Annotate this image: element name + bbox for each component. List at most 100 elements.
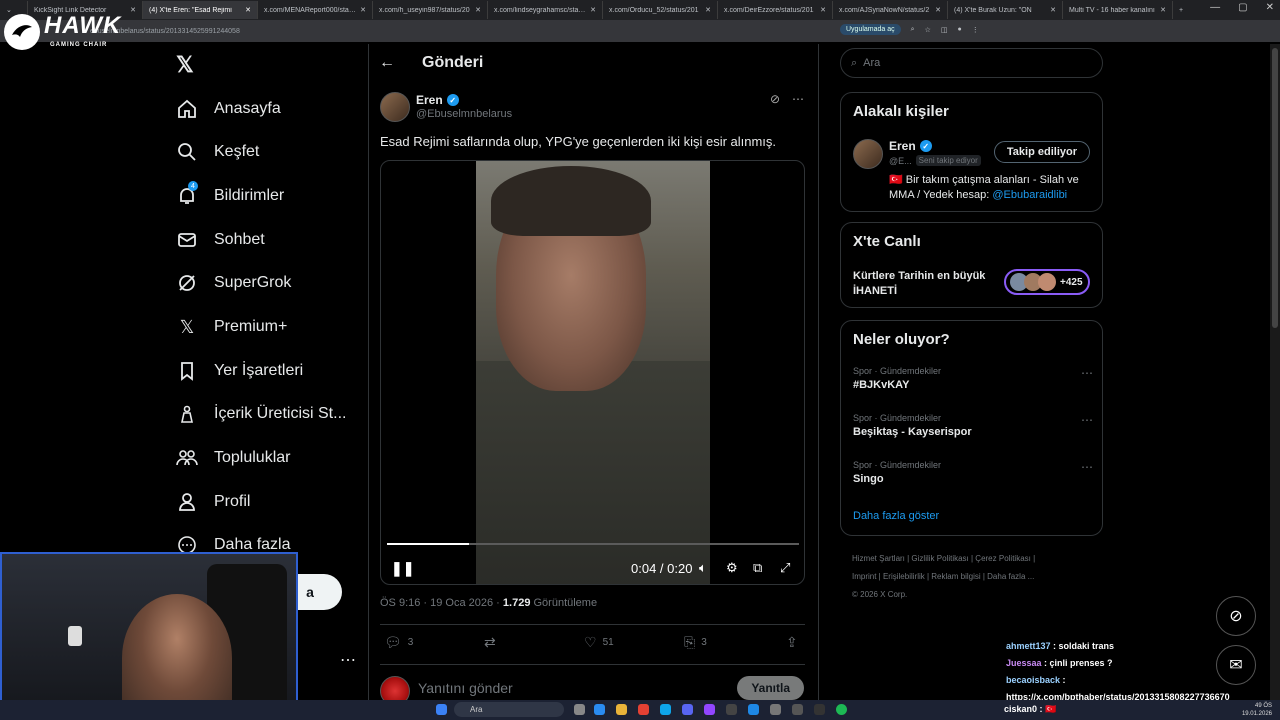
app-icon[interactable] xyxy=(660,704,671,715)
close-icon[interactable]: ✕ xyxy=(130,6,136,14)
app-icon[interactable] xyxy=(814,704,825,715)
x-logo-icon[interactable]: 𝕏 xyxy=(176,52,194,78)
notification-badge: 4 xyxy=(188,181,198,191)
more-options-icon[interactable]: ⋯ xyxy=(792,92,804,106)
zoom-icon[interactable]: ⌕ xyxy=(911,26,915,34)
close-icon[interactable]: ✕ xyxy=(935,6,941,14)
sidebar-item-premium[interactable]: 𝕏 Premium+ xyxy=(176,316,288,338)
browser-tab[interactable]: (4) X'te Burak Uzun: "ÖN ✕ xyxy=(948,1,1063,19)
show-more-link[interactable]: Daha fazla göster xyxy=(853,510,939,522)
sidebar-item-chat[interactable]: Sohbet xyxy=(176,229,265,251)
spotify-icon[interactable] xyxy=(836,704,847,715)
close-icon[interactable]: ✕ xyxy=(1050,6,1056,14)
video-progress-bar[interactable] xyxy=(387,543,799,545)
reply-input[interactable]: Yanıtını gönder xyxy=(418,680,513,696)
app-icon[interactable] xyxy=(594,704,605,715)
sidebar-item-profile[interactable]: Profil xyxy=(176,491,250,513)
trend-item[interactable]: Spor · Gündemdekiler Singo ⋯ xyxy=(853,460,1093,485)
back-arrow-icon[interactable]: ← xyxy=(379,54,395,72)
bookmark-icon xyxy=(176,360,198,382)
close-icon[interactable]: ✕ xyxy=(1160,6,1166,14)
app-icon[interactable] xyxy=(726,704,737,715)
sidebar-item-bookmarks[interactable]: Yer İşaretleri xyxy=(176,360,303,382)
author-avatar[interactable] xyxy=(380,92,410,122)
grok-fab-icon[interactable]: ⊘ xyxy=(1216,596,1256,636)
address-bar[interactable]: ebuselmnbelarus/status/20133145259912440… xyxy=(0,20,1280,42)
account-more-icon[interactable]: ⋯ xyxy=(340,650,356,670)
more-options-icon[interactable]: ⋯ xyxy=(1081,460,1093,474)
following-button[interactable]: Takip ediliyor xyxy=(993,141,1090,163)
browser-tab[interactable]: x.com/MENAReport000/status ✕ xyxy=(258,1,373,19)
live-listeners[interactable]: +425 xyxy=(1004,269,1090,295)
maximize-icon[interactable]: ▢ xyxy=(1238,2,1247,13)
close-icon[interactable]: ✕ xyxy=(820,6,826,14)
pause-icon[interactable]: ❚❚ xyxy=(391,560,414,577)
sidebar-item-home[interactable]: Anasayfa xyxy=(176,98,281,120)
trend-item[interactable]: Spor · Gündemdekiler Beşiktaş - Kayserisp… xyxy=(853,413,1093,438)
close-icon[interactable]: ✕ xyxy=(475,6,481,14)
app-icon[interactable] xyxy=(792,704,803,715)
discord-icon[interactable] xyxy=(682,704,693,715)
bio-link[interactable]: @Ebubaraidlibi xyxy=(992,189,1067,201)
trend-item[interactable]: Spor · Gündemdekiler #BJKvKAY ⋯ xyxy=(853,366,1093,391)
extensions-icon[interactable]: ◫ xyxy=(941,26,948,34)
close-icon[interactable]: ✕ xyxy=(705,6,711,14)
card-title: Alakalı kişiler xyxy=(853,103,949,120)
settings-icon[interactable]: ⚙ xyxy=(726,560,738,576)
pip-icon[interactable]: ⧉ xyxy=(753,560,762,576)
related-avatar[interactable] xyxy=(853,139,883,169)
app-icon[interactable] xyxy=(770,704,781,715)
page-scrollbar[interactable] xyxy=(1270,44,1280,720)
fullscreen-icon[interactable]: ⤢ xyxy=(780,560,790,576)
bookmark-stat[interactable]: ⎘ 3 xyxy=(684,634,707,651)
profile-icon[interactable]: ● xyxy=(957,26,961,33)
sidebar-item-supergrok[interactable]: SuperGrok xyxy=(176,272,291,294)
author-name[interactable]: Eren ✓ xyxy=(416,93,459,107)
sidebar-item-communities[interactable]: Topluluklar xyxy=(176,447,290,469)
system-clock[interactable]: 49 ÖS 19.01.2026 xyxy=(1242,702,1272,718)
star-icon[interactable]: ☆ xyxy=(925,26,931,34)
folder-icon[interactable] xyxy=(616,704,627,715)
sidebar-item-notifications[interactable]: 4 Bildirimler xyxy=(176,181,284,207)
minimize-icon[interactable]: — xyxy=(1210,2,1220,13)
taskbar-search[interactable]: Ara xyxy=(454,702,564,717)
browser-tab[interactable]: x.com/Orducu_52/status/201 ✕ xyxy=(603,1,718,19)
video-player[interactable]: ❚❚ 0:04 / 0:20 🔈︎ ⚙ ⧉ ⤢ xyxy=(380,160,805,585)
repost-stat[interactable]: ⇄ xyxy=(484,634,502,651)
new-tab-button[interactable]: + xyxy=(1173,1,1193,19)
close-icon[interactable]: ✕ xyxy=(590,6,596,14)
sidebar-item-explore[interactable]: Keşfet xyxy=(176,141,259,163)
more-options-icon[interactable]: ⋯ xyxy=(1081,413,1093,427)
volume-icon[interactable]: 🔈︎ xyxy=(699,560,707,576)
close-icon[interactable]: ✕ xyxy=(245,6,251,14)
reply-button[interactable]: Yanıtla xyxy=(737,676,804,700)
author-handle[interactable]: @Ebuselmnbelarus xyxy=(416,108,512,120)
windows-start-icon[interactable] xyxy=(436,704,447,715)
creator-icon xyxy=(176,403,198,425)
reply-stat[interactable]: 💬︎ 3 xyxy=(384,634,413,651)
grok-icon[interactable]: ⊘ xyxy=(770,92,780,106)
like-stat[interactable]: ♡ 51 xyxy=(584,634,614,651)
browser-tab-active[interactable]: (4) X'te Eren: "Esad Rejimi ✕ xyxy=(143,1,258,19)
live-title[interactable]: Kürtlere Tarihin en büyük İHANETİ xyxy=(853,269,985,299)
close-icon[interactable]: ✕ xyxy=(360,6,366,14)
open-in-app-button[interactable]: Uygulamada aç xyxy=(840,24,901,35)
taskview-icon[interactable] xyxy=(574,704,585,715)
app-icon[interactable] xyxy=(704,704,715,715)
related-name[interactable]: Eren ✓ xyxy=(889,139,932,153)
share-stat[interactable]: ⇪ xyxy=(786,634,798,651)
page-title: Gönderi xyxy=(422,54,484,71)
menu-icon[interactable]: ⋮ xyxy=(972,26,979,34)
video-progress-fill xyxy=(387,543,470,545)
browser-tab[interactable]: x.com/DeirEzzore/status/201 ✕ xyxy=(718,1,833,19)
more-options-icon[interactable]: ⋯ xyxy=(1081,366,1093,380)
app-icon[interactable] xyxy=(748,704,759,715)
chrome-icon[interactable] xyxy=(638,704,649,715)
browser-tab[interactable]: x.com/AJSyriaNowN/status/2 ✕ xyxy=(833,1,948,19)
close-window-icon[interactable]: ✕ xyxy=(1266,2,1274,13)
browser-tab[interactable]: x.com/h_useyin987/status/20 ✕ xyxy=(373,1,488,19)
search-input[interactable]: ⌕ Ara xyxy=(840,48,1103,78)
browser-tab[interactable]: Multi TV - 16 haber kanalını ✕ xyxy=(1063,1,1173,19)
browser-tab[interactable]: x.com/lindseygrahamsc/status ✕ xyxy=(488,1,603,19)
sidebar-item-creator-studio[interactable]: İçerik Üreticisi St... xyxy=(176,403,346,425)
